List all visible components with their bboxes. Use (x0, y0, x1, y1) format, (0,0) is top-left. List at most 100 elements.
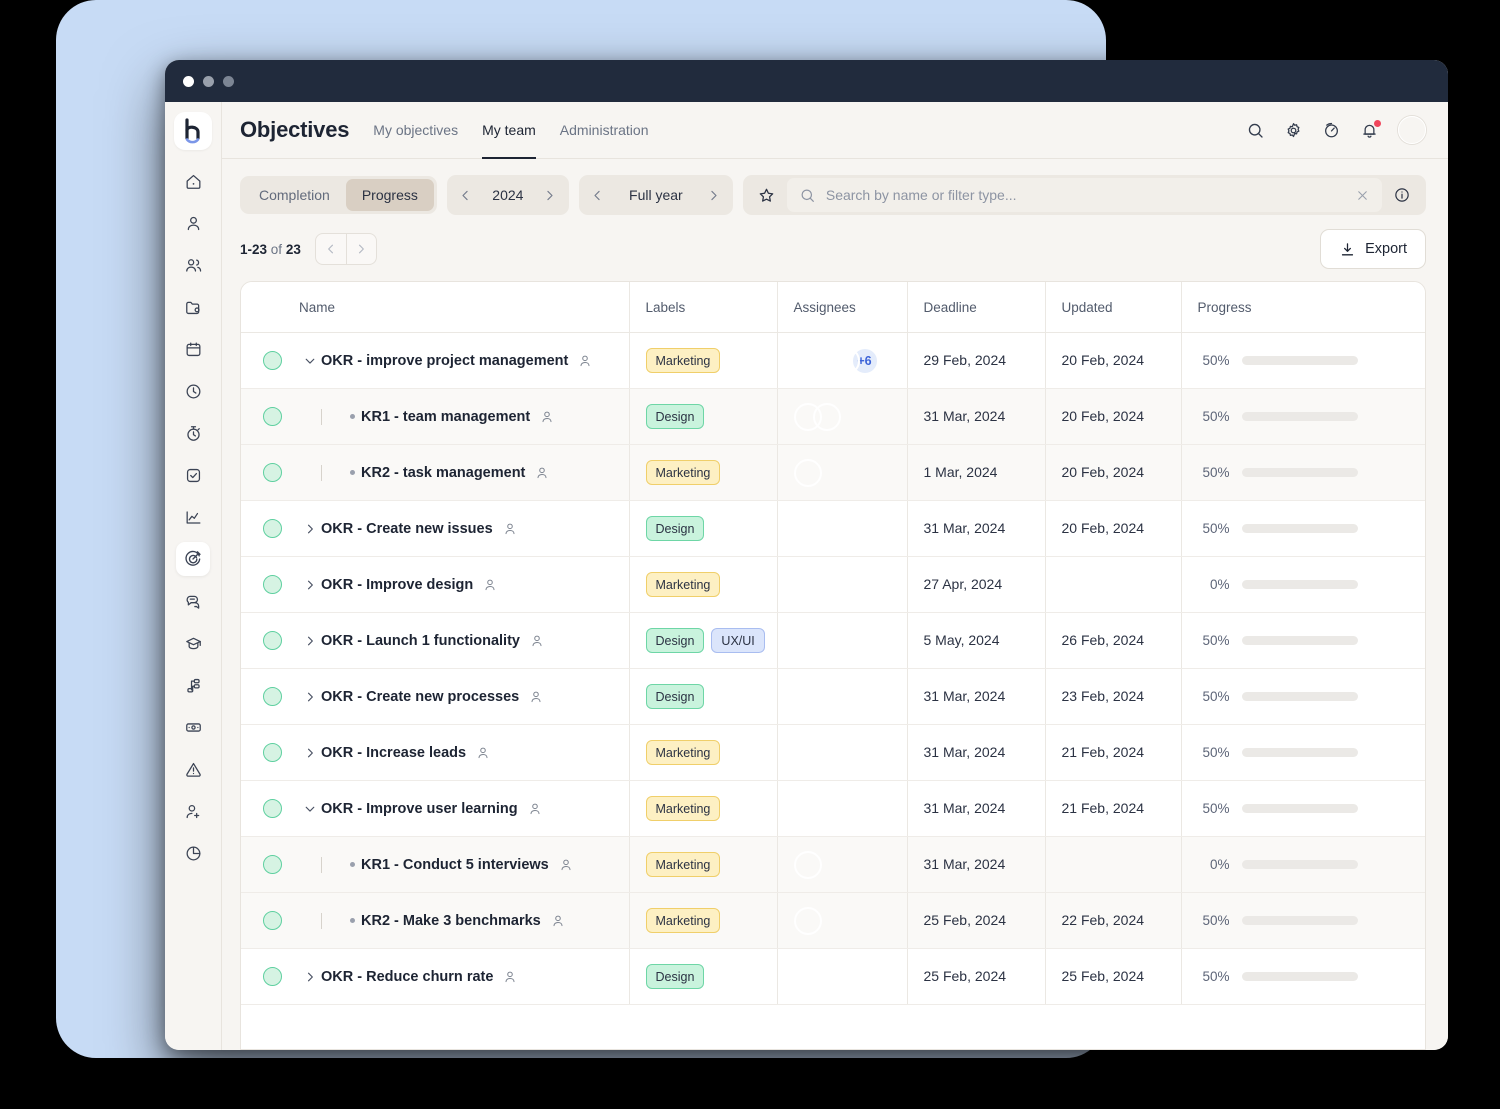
favorite-filter-button[interactable] (747, 175, 787, 215)
label-chip[interactable]: Marketing (645, 740, 721, 765)
sidebar-item-timer[interactable] (176, 416, 210, 450)
avatar[interactable] (812, 402, 841, 431)
row-expand-toggle[interactable] (299, 578, 321, 592)
tab-my-team[interactable]: My team (482, 102, 536, 159)
table-row[interactable]: KR1 - team management Design 31 Mar, 2024 2… (241, 388, 1425, 445)
avatar[interactable] (793, 682, 822, 711)
avatar[interactable] (1398, 116, 1426, 144)
label-chip[interactable]: UX/UI (711, 628, 765, 653)
label-chip[interactable]: Marketing (645, 796, 721, 821)
table-row[interactable]: KR2 - task management Marketing 1 Mar, 202… (241, 444, 1425, 501)
deadline-cell[interactable]: 25 Feb, 2024 (906, 892, 1045, 949)
sidebar-item-alerts[interactable] (176, 752, 210, 786)
status-badge[interactable] (263, 351, 282, 370)
sidebar-item-clock[interactable] (176, 374, 210, 408)
deadline-cell[interactable]: 31 Mar, 2024 (906, 388, 1045, 445)
avatar[interactable] (831, 346, 860, 375)
deadline-cell[interactable]: 27 Apr, 2024 (906, 556, 1045, 613)
column-labels[interactable]: Labels (628, 282, 777, 333)
table-row[interactable]: OKR - Reduce churn rate Design 25 Feb, 202… (241, 948, 1425, 1005)
row-expand-toggle[interactable] (299, 354, 321, 368)
sidebar-item-users[interactable] (176, 248, 210, 282)
search-input[interactable] (825, 187, 1345, 203)
avatar[interactable] (793, 906, 822, 935)
label-chip[interactable]: Design (645, 404, 705, 429)
status-badge[interactable] (263, 575, 282, 594)
column-progress[interactable]: Progress (1180, 282, 1425, 333)
row-title[interactable]: KR2 - Make 3 benchmarks (361, 913, 541, 929)
segment-completion[interactable]: Completion (243, 179, 346, 211)
deadline-cell[interactable]: 31 Mar, 2024 (906, 836, 1045, 893)
info-icon[interactable] (1382, 175, 1422, 215)
year-next-button[interactable] (537, 175, 563, 215)
status-badge[interactable] (263, 407, 282, 426)
deadline-cell[interactable]: 31 Mar, 2024 (906, 668, 1045, 725)
window-minimize-button[interactable] (203, 75, 214, 87)
avatar[interactable] (793, 850, 822, 879)
assign-owner-icon[interactable] (502, 521, 518, 537)
row-title[interactable]: OKR - Launch 1 functionality (321, 633, 520, 649)
row-title[interactable]: OKR - Increase leads (321, 745, 466, 761)
deadline-cell[interactable]: 29 Feb, 2024 (906, 332, 1045, 389)
search-icon[interactable] (1246, 121, 1265, 140)
sidebar-item-chat[interactable] (176, 584, 210, 618)
sidebar-item-flow[interactable] (176, 668, 210, 702)
status-badge[interactable] (263, 799, 282, 818)
sidebar-item-objectives[interactable] (176, 542, 210, 576)
period-prev-button[interactable] (585, 175, 611, 215)
avatar[interactable] (831, 570, 860, 599)
label-chip[interactable]: Marketing (645, 572, 721, 597)
row-expand-toggle[interactable] (299, 690, 321, 704)
table-row[interactable]: OKR - Create new issues Design 31 Mar, 202… (241, 500, 1425, 557)
avatar[interactable] (812, 626, 841, 655)
column-updated[interactable]: Updated (1044, 282, 1181, 333)
sidebar-item-user[interactable] (176, 206, 210, 240)
avatar[interactable] (793, 458, 822, 487)
sidebar-item-invite[interactable] (176, 794, 210, 828)
sidebar-item-checkbox[interactable] (176, 458, 210, 492)
table-row[interactable]: OKR - Improve user learning Marketing 31 M… (241, 780, 1425, 837)
deadline-cell[interactable]: 31 Mar, 2024 (906, 780, 1045, 837)
avatar[interactable] (831, 738, 860, 767)
sidebar-item-finance[interactable] (176, 710, 210, 744)
sidebar-item-learning[interactable] (176, 626, 210, 660)
period-next-button[interactable] (701, 175, 727, 215)
deadline-cell[interactable]: 31 Mar, 2024 (906, 724, 1045, 781)
row-expand-toggle[interactable] (299, 634, 321, 648)
assign-owner-icon[interactable] (550, 913, 566, 929)
tab-administration[interactable]: Administration (560, 102, 649, 158)
label-chip[interactable]: Design (645, 628, 705, 653)
table-row[interactable]: KR2 - Make 3 benchmarks Marketing 25 Feb, … (241, 892, 1425, 949)
row-expand-toggle[interactable] (299, 802, 321, 816)
deadline-cell[interactable]: 25 Feb, 2024 (906, 948, 1045, 1005)
row-title[interactable]: KR1 - team management (361, 409, 530, 425)
sidebar-item-analytics[interactable] (176, 500, 210, 534)
avatar[interactable] (793, 514, 822, 543)
assign-owner-icon[interactable] (539, 409, 555, 425)
status-badge[interactable] (263, 743, 282, 762)
assign-owner-icon[interactable] (482, 577, 498, 593)
table-row[interactable]: KR1 - Conduct 5 interviews Marketing 31 Ma… (241, 836, 1425, 893)
sidebar-item-calendar[interactable] (176, 332, 210, 366)
row-expand-toggle[interactable] (299, 522, 321, 536)
avatar[interactable] (793, 962, 822, 991)
row-title[interactable]: KR1 - Conduct 5 interviews (361, 857, 549, 873)
assign-owner-icon[interactable] (502, 969, 518, 985)
assign-owner-icon[interactable] (577, 353, 593, 369)
status-badge[interactable] (263, 519, 282, 538)
year-prev-button[interactable] (453, 175, 479, 215)
status-badge[interactable] (263, 463, 282, 482)
assign-owner-icon[interactable] (527, 801, 543, 817)
bell-icon[interactable] (1360, 119, 1381, 140)
row-title[interactable]: OKR - Improve design (321, 577, 473, 593)
window-maximize-button[interactable] (223, 75, 234, 87)
app-logo[interactable] (174, 112, 212, 150)
column-deadline[interactable]: Deadline (906, 282, 1045, 333)
label-chip[interactable]: Design (645, 964, 705, 989)
status-badge[interactable] (263, 911, 282, 930)
label-chip[interactable]: Design (645, 516, 705, 541)
column-name[interactable]: Name (299, 282, 629, 333)
close-icon[interactable] (1355, 188, 1370, 203)
segment-progress[interactable]: Progress (345, 179, 434, 211)
deadline-cell[interactable]: 31 Mar, 2024 (906, 500, 1045, 557)
